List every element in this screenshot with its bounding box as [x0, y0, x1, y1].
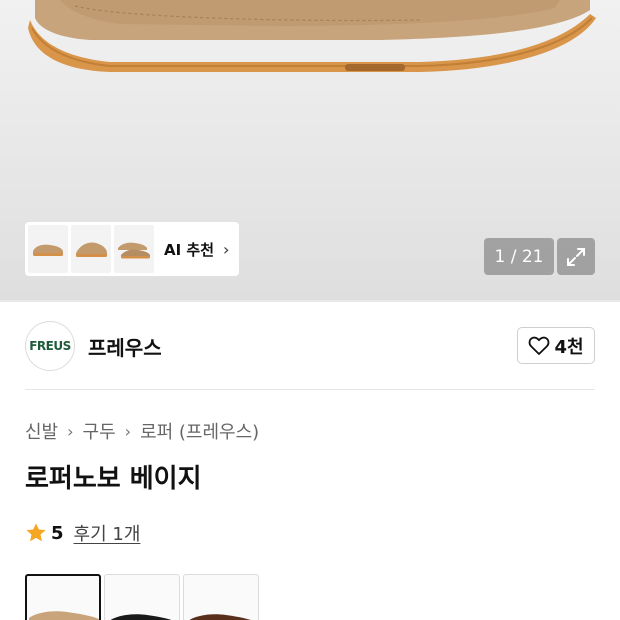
hero-divider — [0, 300, 620, 302]
image-counter: 1 / 21 — [484, 238, 554, 275]
heart-icon — [528, 336, 550, 356]
loafer-thumbnail-icon — [110, 614, 172, 620]
breadcrumb: 신발 › 구두 › 로퍼 (프레우스) — [25, 418, 259, 444]
ai-recommend-link[interactable]: AI 추천 › — [164, 239, 229, 260]
thumbnail-2[interactable] — [71, 225, 111, 273]
breadcrumb-item[interactable]: 로퍼 (프레우스) — [140, 418, 259, 444]
rating-score: 5 — [51, 522, 64, 544]
brand-name[interactable]: 프레우스 — [88, 332, 162, 361]
color-option-black[interactable] — [104, 574, 180, 620]
loafer-thumbnail-icon — [189, 614, 251, 620]
brand-row: FREUS 프레우스 4천 — [25, 320, 595, 372]
chevron-right-icon: › — [223, 239, 230, 259]
loafer-thumbnail-icon — [76, 242, 107, 257]
loafer-thumbnail-icon — [29, 611, 99, 620]
chevron-right-icon: › — [124, 421, 132, 441]
brand-logo[interactable]: FREUS — [25, 321, 75, 371]
color-options — [25, 574, 262, 620]
product-title: 로퍼노보 베이지 — [25, 464, 202, 494]
like-count: 4천 — [554, 336, 584, 358]
review-link[interactable]: 후기 1개 — [74, 520, 141, 546]
star-icon — [26, 523, 46, 542]
chevron-right-icon: › — [67, 421, 74, 441]
breadcrumb-item[interactable]: 신발 — [25, 418, 58, 444]
expand-button[interactable] — [557, 238, 595, 275]
rating-row: 5 후기 1개 — [25, 520, 140, 546]
like-button[interactable]: 4천 — [517, 327, 595, 364]
thumbnail-strip: AI 추천 › — [25, 222, 239, 276]
color-option-brown[interactable] — [183, 574, 259, 620]
thumbnail-1[interactable] — [28, 225, 68, 273]
product-image[interactable]: AI 추천 › 1 / 21 — [0, 0, 620, 300]
breadcrumb-item[interactable]: 구두 — [83, 418, 116, 444]
ai-recommend-label: AI 추천 — [164, 240, 215, 259]
thumbnail-3[interactable] — [114, 225, 154, 273]
color-option-beige[interactable] — [25, 574, 101, 620]
loafer-thumbnail-icon — [33, 244, 63, 256]
brand-logo-text: FREUS — [29, 339, 71, 353]
loafer-thumbnail-icon — [118, 242, 150, 259]
expand-icon — [567, 247, 585, 266]
divider — [25, 389, 595, 390]
